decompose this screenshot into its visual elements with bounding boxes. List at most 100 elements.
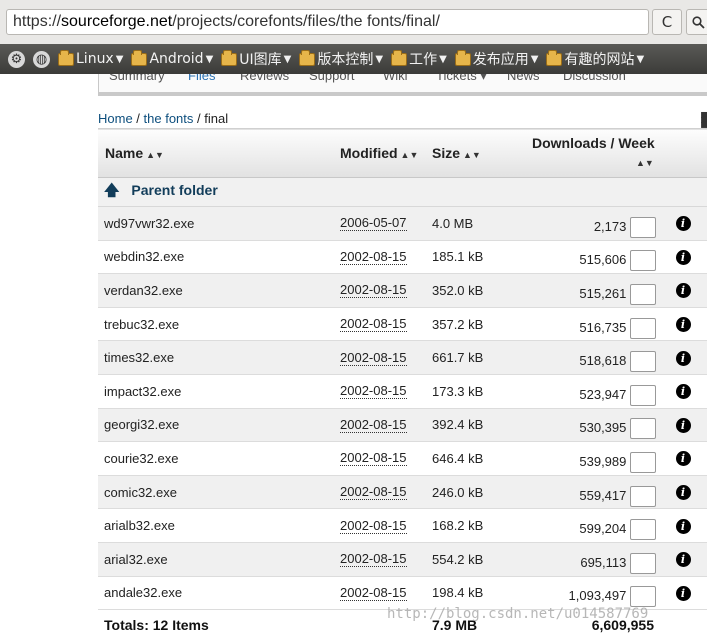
info-icon[interactable]: i <box>675 350 691 366</box>
table-row[interactable]: trebuc32.exe 2002-08-15 357.2 kB 516,735 i <box>98 307 707 341</box>
folder-icon <box>546 49 563 66</box>
file-name-link[interactable]: arial32.exe <box>104 552 168 567</box>
file-name-link[interactable]: trebuc32.exe <box>104 317 179 332</box>
table-row[interactable]: courie32.exe 2002-08-15 646.4 kB 539,989 i <box>98 441 707 476</box>
info-icon[interactable]: i <box>675 249 691 265</box>
file-name-link[interactable]: wd97vwr32.exe <box>104 216 194 231</box>
reload-button[interactable]: C <box>652 9 682 35</box>
table-row[interactable]: wd97vwr32.exe 2006-05-07 4.0 MB 2,173 i <box>98 206 707 241</box>
tab-wiki[interactable]: Wiki <box>383 74 408 83</box>
sort-icon: ▲▼ <box>636 158 654 168</box>
tab-reviews[interactable]: Reviews <box>240 74 289 83</box>
tab-files[interactable]: Files <box>188 74 215 83</box>
file-downloads: 518,618 <box>579 353 627 369</box>
bookmark-folder-work[interactable]: 工作 ▼ <box>391 49 447 69</box>
gear-icon[interactable]: ⚙ <box>8 50 25 68</box>
column-header-name[interactable]: Name ▲▼ <box>98 129 340 178</box>
bookmark-folder-fun-sites[interactable]: 有趣的网站 ▼ <box>546 49 644 69</box>
bookmark-folder-android[interactable]: Android ▼ <box>131 49 213 67</box>
file-downloads: 530,395 <box>579 420 627 436</box>
folder-icon <box>131 49 148 66</box>
breadcrumb: Home / the fonts / final <box>98 111 229 126</box>
table-row[interactable]: arialb32.exe 2002-08-15 168.2 kB 599,204 i <box>98 508 707 543</box>
file-size: 198.4 kB <box>432 585 484 601</box>
file-downloads: 559,417 <box>579 487 627 503</box>
downloads-sparkline-box <box>630 384 656 406</box>
tab-tickets[interactable]: Tickets ▾ <box>436 74 487 84</box>
file-modified: 2002-08-15 <box>340 484 407 501</box>
table-row[interactable]: times32.exe 2002-08-15 661.7 kB 518,618 i <box>98 340 707 375</box>
files-table: Name ▲▼ Modified ▲▼ Size ▲▼ Downloads / Wee… <box>98 128 707 640</box>
table-row[interactable]: verdan32.exe 2002-08-15 352.0 kB 515,261 i <box>98 273 707 308</box>
folder-icon <box>299 49 316 66</box>
file-name-link[interactable]: times32.exe <box>104 350 174 365</box>
file-name-link[interactable]: arialb32.exe <box>104 518 175 533</box>
file-modified: 2006-05-07 <box>340 215 407 232</box>
breadcrumb-the-fonts[interactable]: the fonts <box>144 111 194 126</box>
url-prefix: https:// <box>13 13 62 30</box>
up-arrow-icon: 🡅 <box>104 181 120 199</box>
table-row[interactable]: andale32.exe 2002-08-15 198.4 kB 1,093,497 … <box>98 576 707 610</box>
file-name-link[interactable]: impact32.exe <box>104 384 181 399</box>
file-downloads: 599,204 <box>579 521 627 537</box>
file-name-link[interactable]: verdan32.exe <box>104 283 183 298</box>
folder-icon <box>454 49 471 66</box>
bookmark-folder-version-control[interactable]: 版本控制 ▼ <box>299 49 383 69</box>
file-modified: 2002-08-15 <box>340 282 407 299</box>
table-row[interactable]: comic32.exe 2002-08-15 246.0 kB 559,417 i <box>98 475 707 509</box>
file-name-link[interactable]: webdin32.exe <box>104 249 184 264</box>
url-path: /projects/corefonts/files/the fonts/fina… <box>172 13 440 30</box>
info-icon[interactable]: i <box>675 384 691 400</box>
file-size: 554.2 kB <box>432 551 484 567</box>
bookmark-folder-linux[interactable]: Linux ▼ <box>58 49 124 67</box>
table-row[interactable]: impact32.exe 2002-08-15 173.3 kB 523,947 i <box>98 374 707 409</box>
column-header-modified[interactable]: Modified ▲▼ <box>340 129 432 178</box>
info-icon[interactable]: i <box>675 283 691 299</box>
tab-support[interactable]: Support <box>309 74 355 83</box>
file-name-link[interactable]: courie32.exe <box>104 451 178 466</box>
url-input[interactable]: https://sourceforge.net/projects/corefon… <box>6 9 649 35</box>
info-icon[interactable]: i <box>675 417 691 433</box>
info-icon[interactable]: i <box>675 518 691 534</box>
sort-icon: ▲▼ <box>146 150 164 160</box>
file-size: 661.7 kB <box>432 350 484 366</box>
downloads-sparkline-box <box>630 216 656 238</box>
table-row[interactable]: georgi32.exe 2002-08-15 392.4 kB 530,395 i <box>98 408 707 442</box>
info-icon[interactable]: i <box>675 317 691 333</box>
info-icon[interactable]: i <box>675 216 691 232</box>
chevron-down-icon: ▼ <box>115 53 124 65</box>
chevron-down-icon: ▼ <box>283 53 292 65</box>
tab-news[interactable]: News <box>507 74 540 83</box>
info-icon[interactable]: i <box>675 451 691 467</box>
breadcrumb-home[interactable]: Home <box>98 111 133 126</box>
downloads-sparkline-box <box>630 552 656 574</box>
parent-folder-link[interactable]: Parent folder <box>131 182 217 198</box>
bookmark-folder-ui-gallery[interactable]: UI图库 ▼ <box>221 49 291 69</box>
file-name-link[interactable]: comic32.exe <box>104 485 177 500</box>
file-modified: 2002-08-15 <box>340 450 407 467</box>
rss-icon[interactable]: ▪ ▪ ▪ <box>700 108 707 130</box>
file-size: 246.0 kB <box>432 484 484 500</box>
file-size: 185.1 kB <box>432 249 484 265</box>
tab-summary[interactable]: Summary <box>109 74 165 83</box>
file-downloads: 1,093,497 <box>568 588 627 604</box>
info-icon[interactable]: i <box>675 552 691 568</box>
info-icon[interactable]: i <box>675 485 691 501</box>
table-row[interactable]: arial32.exe 2002-08-15 554.2 kB 695,113 i <box>98 542 707 577</box>
tab-discussion[interactable]: Discussion <box>563 74 626 83</box>
column-header-size[interactable]: Size ▲▼ <box>432 129 524 178</box>
column-header-downloads[interactable]: Downloads / Week ▲▼ <box>524 129 707 178</box>
globe-icon[interactable]: ◍ <box>33 50 50 68</box>
search-button[interactable] <box>686 9 707 35</box>
file-name-link[interactable]: andale32.exe <box>104 585 182 600</box>
file-modified: 2002-08-15 <box>340 517 407 534</box>
bookmark-folder-publish-apps[interactable]: 发布应用 ▼ <box>454 49 538 69</box>
file-size: 352.0 kB <box>432 282 484 298</box>
chevron-down-icon: ▼ <box>636 53 645 65</box>
table-row[interactable]: webdin32.exe 2002-08-15 185.1 kB 515,606 i <box>98 240 707 274</box>
file-name-link[interactable]: georgi32.exe <box>104 417 179 432</box>
info-icon[interactable]: i <box>675 585 691 601</box>
file-downloads: 516,735 <box>579 319 627 335</box>
sort-icon: ▲▼ <box>400 150 419 160</box>
parent-folder-row[interactable]: 🡅 Parent folder <box>98 177 707 207</box>
